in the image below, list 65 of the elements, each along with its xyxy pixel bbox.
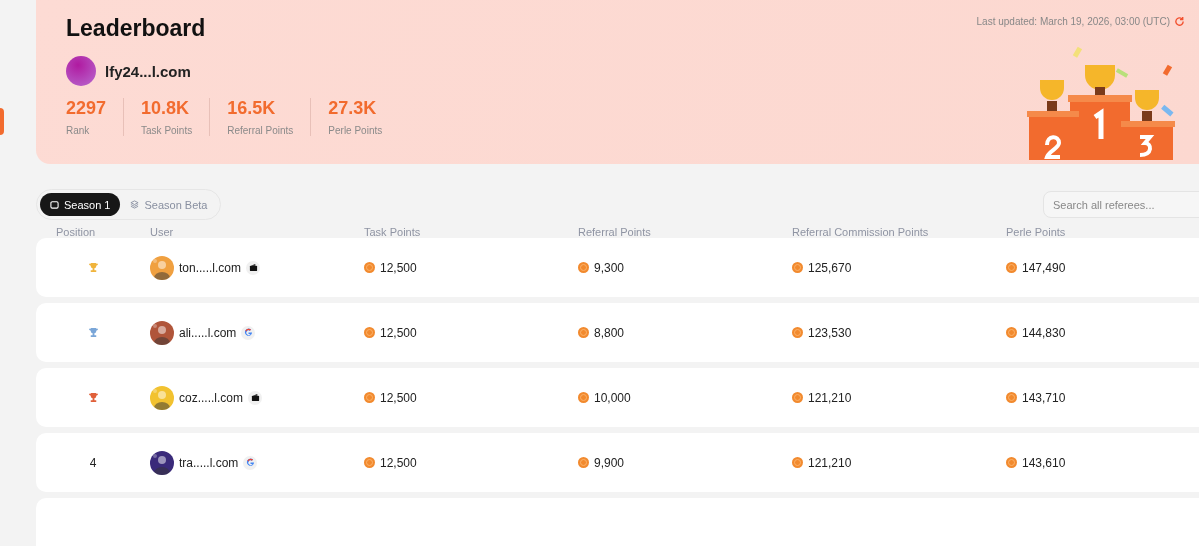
coin-icon [792,457,803,468]
season-tab[interactable]: Season 1 [40,193,121,216]
coin-icon [1006,392,1017,403]
coin-icon [792,262,803,273]
coin-icon [364,262,375,273]
points-value: 9,300 [594,260,625,275]
coin-icon [1006,262,1017,273]
coin-icon [578,262,589,273]
points-value: 147,490 [1022,260,1066,275]
page-title: Leaderboard [66,15,207,42]
points-value: 12,500 [380,390,417,405]
coin-icon [364,327,375,338]
points-value: 123,530 [808,325,852,340]
position-number: 4 [89,455,97,470]
column-header: Task Points [364,226,422,238]
coin-icon [364,392,375,403]
points-value: 12,500 [380,260,417,275]
coin-icon [792,327,803,338]
points-value: 143,710 [1022,390,1066,405]
user-email: coz.....l.com [179,390,243,405]
coin-icon [578,457,589,468]
last-updated: Last updated: March 19, 2026, 03:00 (UTC) [976,16,1170,27]
points-value: 12,500 [380,325,417,340]
points-value: 121,210 [808,455,852,470]
coin-icon [578,327,589,338]
stat-label: Perle Points [328,125,383,136]
user-email: tra.....l.com [179,455,239,470]
user-email: ton.....l.com [179,260,242,275]
coin-icon [1006,327,1017,338]
stat-value: 2297 [66,98,107,119]
column-header: Referral Commission Points [792,226,930,238]
user-email: ali.....l.com [179,325,237,340]
points-value: 125,670 [808,260,852,275]
points-value: 10,000 [594,390,631,405]
coin-icon [364,457,375,468]
refresh-icon[interactable] [1174,16,1185,27]
column-header: Position [55,226,97,238]
wallet-icon [248,390,262,405]
stat-label: Task Points [141,125,193,136]
stat-label: Rank [66,125,91,136]
layers-icon [130,200,140,209]
stat-value: 10.8K [141,98,191,119]
points-value: 12,500 [380,455,417,470]
stat-value: 27.3K [328,98,378,119]
points-value: 8,800 [594,325,625,340]
coin-icon [1006,457,1017,468]
column-header: User [150,226,175,238]
sidebar-tab[interactable] [0,108,4,135]
stat-value: 16.5K [227,98,277,119]
user-avatar [66,56,96,86]
points-value: 9,900 [594,455,625,470]
search-field[interactable]: Search all referees... [1043,191,1199,218]
points-value: 143,610 [1022,455,1066,470]
stat-label: Referral Points [227,125,294,136]
points-value: 121,210 [808,390,852,405]
points-value: 144,830 [1022,325,1066,340]
coin-icon [578,392,589,403]
column-header: Perle Points [1006,226,1067,238]
wallet-icon [246,260,261,275]
google-icon [243,455,258,470]
google-icon [241,325,256,340]
user-name: lfy24...l.com [105,62,191,80]
coin-icon [792,392,803,403]
column-header: Referral Points [578,226,652,238]
calendar-icon [50,200,59,209]
